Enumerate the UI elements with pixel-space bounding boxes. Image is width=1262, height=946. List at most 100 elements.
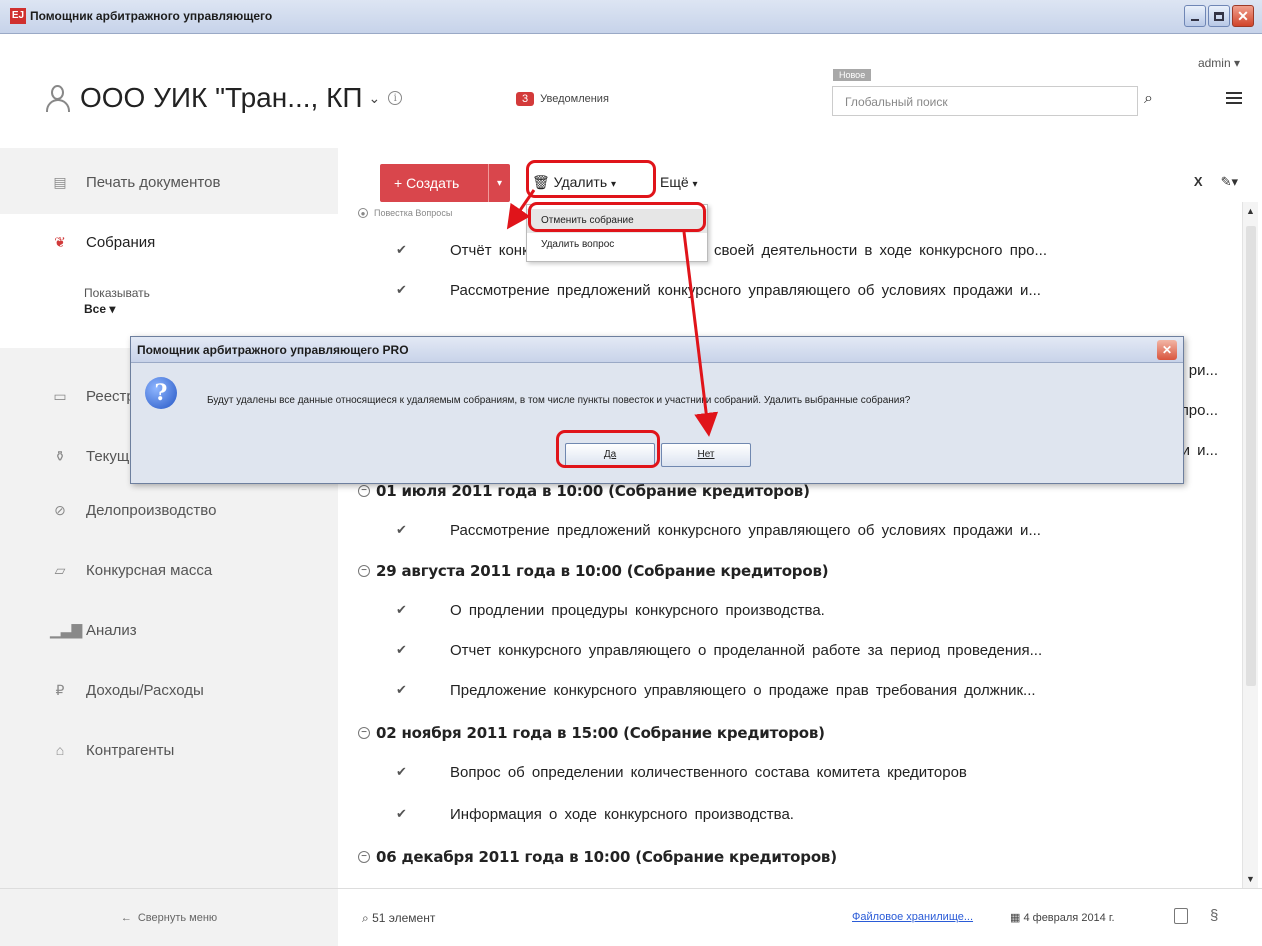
collapse-toggle-icon[interactable]: − [358,851,370,863]
question-icon: ? [145,377,177,409]
collapse-toggle-icon[interactable]: − [358,485,370,497]
hamburger-menu-icon[interactable] [1226,92,1242,107]
sidebar-item-label: Анализ [86,621,137,639]
sidebar-item-estate[interactable]: ▱ Конкурсная масса [0,542,338,598]
agenda-item-text: Отчет конкурсного управляющего о продела… [450,642,1043,659]
agenda-item-text: про... [1180,402,1218,419]
delete-highlight [526,160,656,198]
sidebar-item-label: Реестр [86,387,135,405]
collapse-toggle-icon[interactable]: − [358,727,370,739]
sidebar-item-print[interactable]: ▤ Печать документов [0,154,338,210]
checkmark-icon[interactable]: ✔ [396,522,410,537]
user-menu[interactable]: admin ▾ [1198,56,1240,70]
create-dropdown-button[interactable]: ▾ [488,164,510,202]
info-icon[interactable]: i [388,91,403,105]
meeting-group-row[interactable]: −02 ноября 2011 года в 15:00 (Собрание к… [338,714,1242,754]
excel-export-icon[interactable]: X [1194,174,1203,190]
dialog-titlebar: Помощник арбитражного управляющего PRO ✕ [131,337,1183,363]
sidebar-item-analysis[interactable]: ▁▃▇ Анализ [0,602,338,658]
no-button[interactable]: Нет [661,443,751,467]
agenda-item-row[interactable]: ✔ О продлении процедуры конкурсного произ… [338,592,1242,632]
create-button[interactable]: + Создать ▾ [380,164,510,202]
create-label: + Создать [394,175,460,191]
register-icon: ▭ [53,387,67,404]
file-storage-link[interactable]: Файловое хранилище... [852,911,973,923]
meeting-title: 29 августа 2011 года в 10:00 (Собрание к… [376,562,829,580]
org-name: ООО УИК "Тран..., КП [80,82,363,113]
sidebar-item-contractors[interactable]: ⌂ Контрагенты [0,722,338,778]
meeting-title: 02 ноября 2011 года в 15:00 (Собрание кр… [376,724,825,742]
chevron-down-icon: ▾ [1233,56,1240,70]
sidebar-item-finance[interactable]: ₽ Доходы/Расходы [0,662,338,718]
checkmark-icon[interactable]: ✔ [396,602,410,617]
agenda-item-row[interactable]: ✔ Отчет конкурсного управляющего о продел… [338,632,1242,672]
checkmark-icon[interactable]: ✔ [396,282,410,297]
agenda-item-text: и и... [1181,442,1218,459]
list-header: ● Повестка Вопросы [358,208,452,218]
paperclip-icon: ⊘ [54,501,66,518]
app-icon: ЕЈ [10,8,26,24]
checkmark-icon[interactable]: ✔ [396,682,410,697]
checkmark-icon[interactable]: ✔ [396,242,410,257]
close-icon: ✕ [1237,8,1249,24]
checkmark-icon[interactable]: ✔ [396,642,410,657]
agenda-item-row[interactable]: ✔ Вопрос об определении количественного с… [338,754,1242,794]
chevron-down-icon: ▾ [692,179,698,190]
checkmark-icon[interactable]: ✔ [396,806,410,821]
current-date: ▦ 4 февраля 2014 г. [1010,912,1115,924]
list-header-label: Повестка Вопросы [374,208,453,218]
search-icon: ⌕ [362,911,369,925]
sidebar-item-records[interactable]: ⊘ Делопроизводство [0,482,338,538]
scroll-down-icon[interactable]: ▼ [1246,874,1255,884]
agenda-item-text: Информация о ходе конкурсного производст… [450,806,794,823]
notifications-label: Уведомления [540,93,609,105]
filter-value[interactable]: Все ▾ [84,302,338,316]
maximize-button[interactable] [1208,5,1230,27]
scroll-up-icon[interactable]: ▲ [1246,206,1255,216]
window-title: Помощник арбитражного управляющего [30,9,273,23]
agenda-item-row[interactable]: ✔ Рассмотрение предложений конкурсного уп… [338,512,1242,552]
scrollbar[interactable]: ▲ ▼ [1242,202,1258,888]
notifications-badge: 3 [516,92,535,106]
minimize-button[interactable] [1184,5,1206,27]
more-button[interactable]: Ещё ▾ [660,174,698,190]
meeting-group-row[interactable]: −06 декабря 2011 года в 10:00 (Собрание … [338,838,1242,878]
item-count: ⌕ 51 элемент [362,911,436,925]
agenda-item-row[interactable]: ✔ Рассмотрение предложений конкурсного уп… [338,272,1242,312]
menu-item-delete-question[interactable]: Удалить вопрос [527,233,707,257]
scroll-thumb[interactable] [1246,226,1256,686]
checkmark-icon[interactable]: ✔ [396,764,410,779]
chevron-down-icon: ▾ [109,302,116,316]
user-name: admin [1197,56,1231,70]
chevron-down-icon[interactable]: ⌄ [369,90,381,107]
status-bar: ⌕ 51 элемент Файловое хранилище... ▦ 4 ф… [338,888,1262,946]
global-search[interactable]: Новое Глобальный поиск [832,69,1138,116]
yes-highlight [556,430,660,468]
agenda-item-row[interactable]: ✔ Информация о ходе конкурсного производс… [338,796,1242,836]
dialog-close-button[interactable]: ✕ [1157,340,1177,360]
agenda-item-text: О продлении процедуры конкурсного произв… [450,602,825,619]
sidebar-item-meetings[interactable]: ❦ Собрания [0,214,338,270]
agenda-item-row[interactable]: ✔ Предложение конкурсного управляющего о … [338,672,1242,712]
close-button[interactable]: ✕ [1232,5,1254,27]
collapse-all-icon[interactable]: ● [358,208,368,218]
org-selector[interactable]: ООО УИК "Тран..., КП ⌄ i [44,82,403,114]
search-icon[interactable]: ⌕ [1144,90,1153,108]
meeting-group-row[interactable]: −29 августа 2011 года в 10:00 (Собрание … [338,552,1242,592]
calculator-icon[interactable] [1174,908,1188,924]
box-icon: ▱ [54,561,66,578]
agenda-item-text: Вопрос об определении количественного со… [450,764,967,781]
search-input[interactable]: Глобальный поиск [845,95,948,109]
filter-label: Показывать [84,286,150,300]
paragraph-icon[interactable]: § [1210,907,1218,924]
collapse-menu-button[interactable]: ← Свернуть меню [0,888,338,946]
flask-icon: ⚱ [54,447,66,464]
edit-columns-icon[interactable]: ✎▾ [1221,174,1238,190]
sidebar-item-label: Конкурсная масса [86,561,213,579]
agenda-item-row[interactable]: ✔ Отчёт конкурсного управляющего о своей … [338,232,1242,272]
notifications[interactable]: 3 Уведомления [516,92,609,106]
sidebar-item-label: Делопроизводство [86,501,217,519]
collapse-toggle-icon[interactable]: − [358,565,370,577]
sidebar-item-label: Печать документов [86,173,221,191]
agenda-item-text: ри... [1188,362,1218,379]
